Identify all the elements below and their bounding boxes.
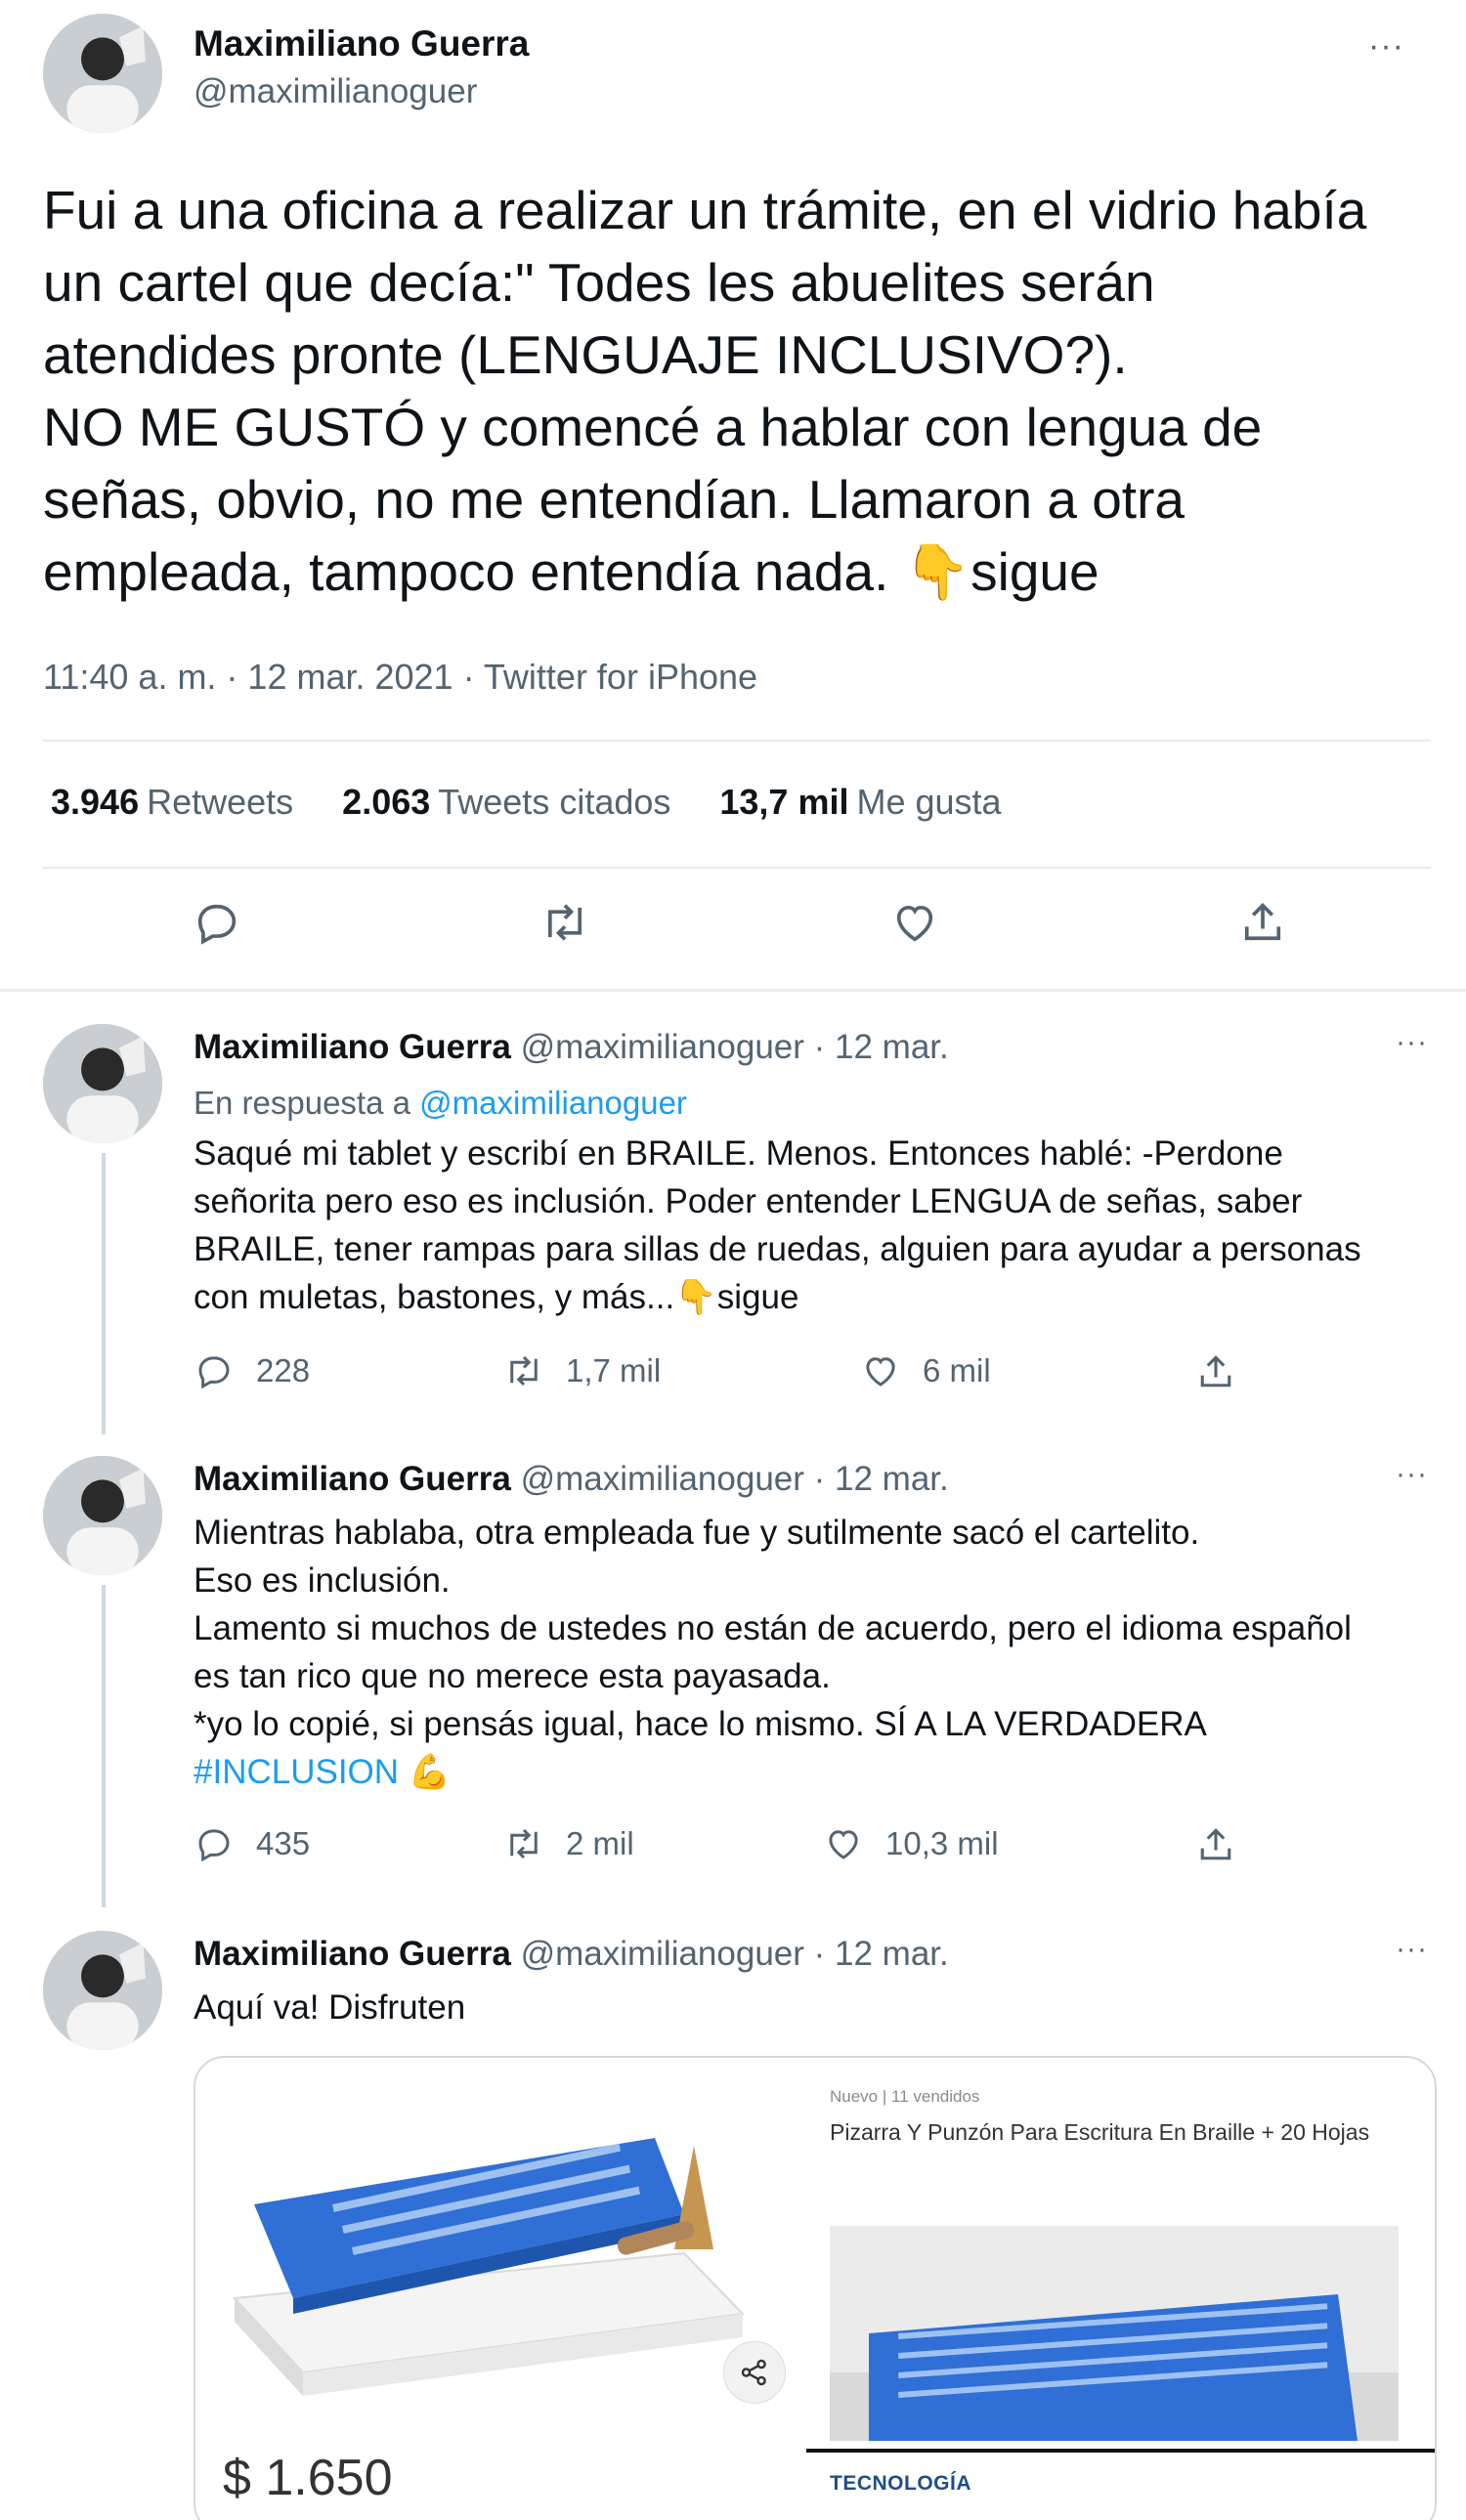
product-condition: Nuevo | 11 vendidos: [830, 2087, 980, 2106]
like-count: 6 mil: [923, 1352, 991, 1388]
retweet-icon[interactable]: [539, 897, 590, 948]
avatar[interactable]: [43, 14, 162, 133]
avatar[interactable]: [43, 1931, 162, 2050]
product-image: $ 1.650: [195, 2058, 806, 2520]
reply-count: 435: [256, 1825, 311, 1861]
mention-link[interactable]: @maximilianoguer: [419, 1085, 687, 1121]
author-name[interactable]: Maximiliano Guerra: [194, 1935, 511, 1973]
retweet-button[interactable]: 2 mil: [503, 1823, 634, 1864]
like-button[interactable]: 6 mil: [860, 1350, 991, 1391]
tweet-thread: Maximiliano Guerra @maximilianoguer ··· …: [0, 0, 1466, 2520]
author-handle-time[interactable]: @maximilianoguer · 12 mar.: [521, 1935, 949, 1973]
tweet-actions: [0, 897, 1466, 956]
tweet-stats: 3.946 Retweets 2.063 Tweets citados 13,7 m…: [51, 782, 1002, 823]
replying-to: En respuesta a @maximilianoguer: [194, 1085, 687, 1121]
retweet-count: 2 mil: [566, 1825, 634, 1861]
reply-header: Maximiliano Guerra @maximilianoguer · 12…: [194, 1460, 949, 1499]
more-options-icon[interactable]: ···: [1396, 1028, 1428, 1057]
reply-count: 228: [256, 1352, 311, 1388]
category-tag: TECNOLOGÍA: [830, 2472, 971, 2495]
retweets-stat[interactable]: 3.946 Retweets: [51, 782, 293, 823]
like-icon: [866, 1357, 895, 1387]
retweet-icon: [510, 1828, 538, 1859]
tweet-text: Fui a una oficina a realizar un trámite,…: [43, 180, 1367, 602]
avatar[interactable]: [43, 1456, 162, 1575]
quotes-stat[interactable]: 2.063 Tweets citados: [342, 782, 670, 823]
share-icon[interactable]: [723, 2341, 786, 2404]
author-name[interactable]: Maximiliano Guerra: [194, 1460, 511, 1498]
like-icon: [829, 1830, 858, 1859]
product-photo: [830, 2226, 1399, 2441]
author-name[interactable]: Maximiliano Guerra: [194, 1028, 511, 1066]
flexed-biceps-emoji: 💪: [408, 1753, 452, 1791]
more-options-icon[interactable]: ···: [1368, 29, 1404, 63]
retweet-button[interactable]: 1,7 mil: [503, 1350, 661, 1391]
tweet-timestamp[interactable]: 11:40 a. m. · 12 mar. 2021 · Twitter for…: [43, 657, 757, 698]
share-icon[interactable]: [1194, 1350, 1237, 1393]
divider: [43, 867, 1431, 869]
like-count: 10,3 mil: [885, 1825, 999, 1861]
reply-button[interactable]: 228: [194, 1350, 310, 1391]
product-price: $ 1.650: [223, 2450, 393, 2506]
media-card[interactable]: $ 1.650 Nuevo | 11 vendidos Pizarra Y Pu…: [194, 2056, 1437, 2520]
section-divider: [0, 989, 1466, 992]
tweet-actions: 228 1,7 mil 6 mil: [0, 1350, 1466, 1393]
author-handle-time[interactable]: @maximilianoguer · 12 mar.: [521, 1460, 949, 1498]
reply-icon: [198, 1829, 230, 1862]
divider: [806, 2449, 1435, 2453]
product-title[interactable]: Pizarra Y Punzón Para Escritura En Brail…: [830, 2118, 1397, 2147]
more-options-icon[interactable]: ···: [1396, 1460, 1428, 1489]
author-name[interactable]: Maximiliano Guerra: [194, 23, 529, 64]
product-info: Nuevo | 11 vendidos Pizarra Y Punzón Par…: [806, 2058, 1435, 2520]
reply-header: Maximiliano Guerra @maximilianoguer · 12…: [194, 1028, 949, 1067]
share-icon[interactable]: [1237, 897, 1288, 948]
reply-header: Maximiliano Guerra @maximilianoguer · 12…: [194, 1935, 949, 1974]
more-options-icon[interactable]: ···: [1396, 1935, 1428, 1964]
reply-icon[interactable]: [192, 897, 242, 948]
reply-icon: [198, 1356, 230, 1389]
tweet-actions: 435 2 mil 10,3 mil: [0, 1823, 1466, 1866]
reply-button[interactable]: 435: [194, 1823, 310, 1864]
tweet-text: Aquí va! Disfruten: [194, 1988, 466, 2027]
avatar[interactable]: [43, 1024, 162, 1143]
like-icon[interactable]: [889, 897, 940, 948]
tweet-text: Saqué mi tablet y escribí en BRAILE. Men…: [194, 1134, 1361, 1316]
tweet-text: Mientras hablaba, otra empleada fue y su…: [194, 1514, 1352, 1791]
share-icon[interactable]: [1194, 1823, 1237, 1866]
like-button[interactable]: 10,3 mil: [823, 1823, 999, 1864]
divider: [43, 740, 1431, 742]
retweet-icon: [510, 1355, 538, 1387]
likes-stat[interactable]: 13,7 mil Me gusta: [719, 782, 1001, 823]
retweet-count: 1,7 mil: [566, 1352, 662, 1388]
hashtag-link[interactable]: #INCLUSION: [194, 1753, 399, 1791]
author-handle[interactable]: @maximilianoguer: [194, 72, 477, 111]
author-handle-time[interactable]: @maximilianoguer · 12 mar.: [521, 1028, 949, 1066]
